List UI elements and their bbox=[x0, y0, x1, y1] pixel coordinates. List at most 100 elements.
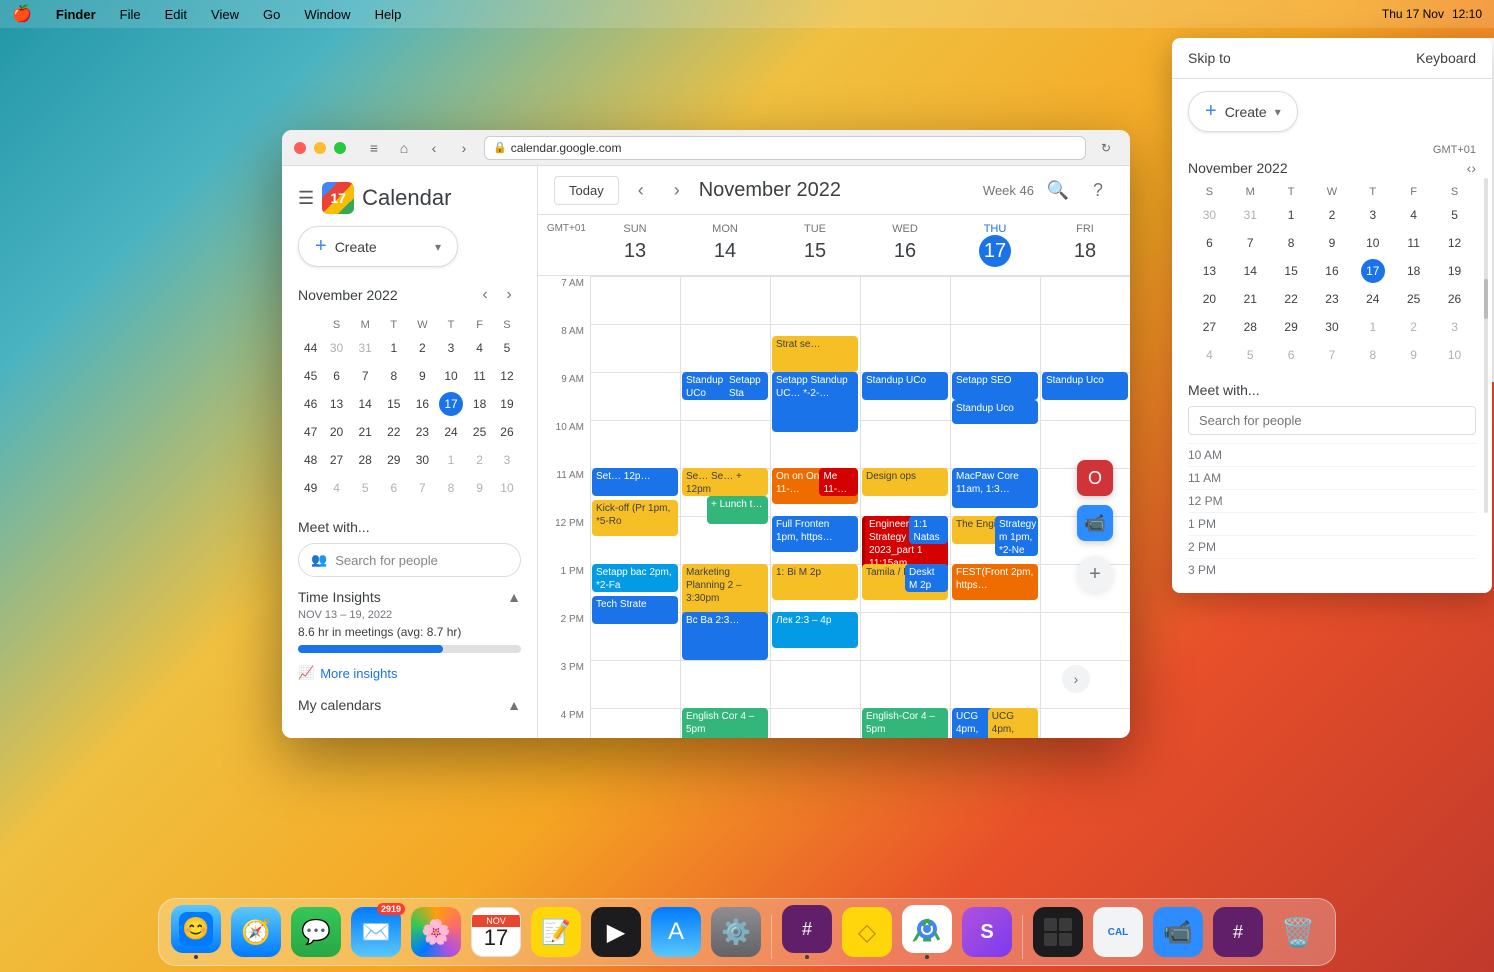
panel-cal-day[interactable]: 15 bbox=[1279, 259, 1303, 283]
mini-cal-next[interactable]: › bbox=[497, 283, 521, 307]
panel-cal-day[interactable]: 16 bbox=[1320, 259, 1344, 283]
panel-cal-day[interactable]: 20 bbox=[1197, 287, 1221, 311]
panel-cal-day[interactable]: 31 bbox=[1238, 203, 1262, 227]
panel-scrollbar[interactable] bbox=[1484, 178, 1488, 513]
mini-cal-day[interactable]: 23 bbox=[410, 420, 434, 444]
mini-cal-day[interactable]: 4 bbox=[325, 476, 349, 500]
panel-cal-day[interactable]: 18 bbox=[1402, 259, 1426, 283]
event-standup-thu[interactable]: Standup Uco bbox=[952, 400, 1038, 424]
panel-cal-day[interactable]: 11 bbox=[1402, 231, 1426, 255]
event-setapp-seo-thu[interactable]: Setapp SEO bbox=[952, 372, 1038, 400]
mini-cal-day[interactable]: 10 bbox=[439, 364, 463, 388]
app-name[interactable]: Finder bbox=[52, 5, 100, 24]
mini-cal-day[interactable]: 5 bbox=[495, 336, 519, 360]
create-button[interactable]: + Create ▾ bbox=[298, 226, 458, 267]
mini-cal-day[interactable]: 26 bbox=[495, 420, 519, 444]
prev-week-button[interactable]: ‹ bbox=[627, 176, 655, 204]
panel-cal-day[interactable]: 12 bbox=[1443, 231, 1467, 255]
today-button[interactable]: Today bbox=[554, 176, 619, 205]
more-insights-button[interactable]: 📈 More insights bbox=[298, 661, 398, 685]
panel-cal-day[interactable]: 4 bbox=[1402, 203, 1426, 227]
event-standup-fri[interactable]: Standup Uco bbox=[1042, 372, 1128, 400]
dock-mail[interactable]: ✉️ 2919 bbox=[349, 905, 403, 959]
event-bc-mon[interactable]: Bc Ba 2:3… bbox=[682, 612, 768, 660]
panel-cal-day[interactable]: 13 bbox=[1197, 259, 1221, 283]
sidebar-toggle-icon[interactable]: ≡ bbox=[362, 136, 386, 160]
close-button[interactable] bbox=[294, 142, 306, 154]
mini-cal-day[interactable]: 11 bbox=[468, 364, 492, 388]
panel-cal-day[interactable]: 30 bbox=[1197, 203, 1221, 227]
panel-cal-day[interactable]: 5 bbox=[1238, 343, 1262, 367]
event-tech-sun[interactable]: Tech Strate bbox=[592, 596, 678, 624]
event-macpaw-thu[interactable]: MacPaw Core 11am, 1:3… bbox=[952, 468, 1038, 508]
event-setapp-back-sun[interactable]: Setapp bac 2pm, *2-Fa bbox=[592, 564, 678, 592]
menu-edit[interactable]: Edit bbox=[161, 5, 191, 24]
panel-cal-day[interactable]: 21 bbox=[1238, 287, 1262, 311]
mini-cal-day[interactable]: 8 bbox=[439, 476, 463, 500]
mini-cal-day[interactable]: 2 bbox=[410, 336, 434, 360]
dock-calendar[interactable]: NOV 17 bbox=[469, 905, 523, 959]
panel-cal-day[interactable]: 25 bbox=[1402, 287, 1426, 311]
dock-chrome[interactable] bbox=[900, 905, 954, 959]
event-desktop-wed[interactable]: Deskt M 2p bbox=[905, 564, 948, 592]
dock-messages[interactable]: 💬 bbox=[289, 905, 343, 959]
panel-cal-day[interactable]: 1 bbox=[1279, 203, 1303, 227]
panel-cal-day[interactable]: 9 bbox=[1402, 343, 1426, 367]
help-button[interactable]: ? bbox=[1082, 174, 1114, 206]
panel-cal-day[interactable]: 10 bbox=[1361, 231, 1385, 255]
dock-safari[interactable]: 🧭 bbox=[229, 905, 283, 959]
mini-cal-day[interactable]: 14 bbox=[353, 392, 377, 416]
event-setapp-sun[interactable]: Set… 12p… bbox=[592, 468, 678, 496]
event-ucg2-thu[interactable]: UCG 4pm, bbox=[988, 708, 1038, 738]
dock-slack[interactable]: # bbox=[780, 905, 834, 959]
dock-appstore[interactable]: A bbox=[649, 905, 703, 959]
time-insights-collapse[interactable]: ▲ bbox=[507, 589, 521, 605]
panel-cal-day[interactable]: 3 bbox=[1361, 203, 1385, 227]
panel-cal-day[interactable]: 10 bbox=[1443, 343, 1467, 367]
panel-cal-day[interactable]: 26 bbox=[1443, 287, 1467, 311]
panel-skip-label[interactable]: Skip to bbox=[1188, 50, 1231, 66]
mini-cal-day[interactable]: 6 bbox=[382, 476, 406, 500]
mini-cal-day[interactable]: 3 bbox=[495, 448, 519, 472]
event-kickoff-sun[interactable]: Kick-off (Pr 1pm, *5-Ro bbox=[592, 500, 678, 536]
event-setapp-tue[interactable]: Setapp Standup UC… *-2-… bbox=[772, 372, 858, 432]
mini-cal-day[interactable]: 29 bbox=[382, 448, 406, 472]
mini-cal-day[interactable]: 16 bbox=[410, 392, 434, 416]
mini-cal-day[interactable]: 12 bbox=[495, 364, 519, 388]
mini-cal-day[interactable]: 18 bbox=[468, 392, 492, 416]
event-strat-tue[interactable]: Strat se… bbox=[772, 336, 858, 372]
panel-cal-day[interactable]: 7 bbox=[1320, 343, 1344, 367]
panel-keyboard-label[interactable]: Keyboard bbox=[1416, 50, 1476, 66]
event-lunch-mon[interactable]: + Lunch t… bbox=[707, 496, 768, 524]
dock-slack2[interactable]: # bbox=[1211, 905, 1265, 959]
event-me-tue[interactable]: Me 11-… bbox=[819, 468, 858, 496]
mini-cal-prev[interactable]: ‹ bbox=[473, 283, 497, 307]
mini-cal-day[interactable]: 8 bbox=[382, 364, 406, 388]
event-bi-tue[interactable]: 1: Bi M 2p bbox=[772, 564, 858, 600]
panel-cal-day[interactable]: 8 bbox=[1279, 231, 1303, 255]
mini-cal-day[interactable]: 3 bbox=[439, 336, 463, 360]
mini-cal-day[interactable]: 30 bbox=[410, 448, 434, 472]
mini-cal-day[interactable]: 1 bbox=[382, 336, 406, 360]
dock-notes[interactable]: 📝 bbox=[529, 905, 583, 959]
panel-cal-day[interactable]: 19 bbox=[1443, 259, 1467, 283]
menu-window[interactable]: Window bbox=[300, 5, 354, 24]
panel-cal-day[interactable]: 28 bbox=[1238, 315, 1262, 339]
panel-cal-day[interactable]: 17 bbox=[1361, 259, 1385, 283]
home-icon[interactable]: ⌂ bbox=[392, 136, 416, 160]
mini-cal-day[interactable]: 7 bbox=[353, 364, 377, 388]
event-fest-thu[interactable]: FEST(Front 2pm, https… bbox=[952, 564, 1038, 600]
panel-mini-next[interactable]: › bbox=[1471, 160, 1476, 176]
mini-cal-day[interactable]: 7 bbox=[410, 476, 434, 500]
event-setapp-mon[interactable]: Setapp Sta bbox=[725, 372, 768, 400]
menu-help[interactable]: Help bbox=[371, 5, 406, 24]
mini-cal-day[interactable]: 19 bbox=[495, 392, 519, 416]
mini-cal-day[interactable]: 30 bbox=[325, 336, 349, 360]
dock-sketch[interactable]: ◇ bbox=[840, 905, 894, 959]
dock-missions[interactable] bbox=[1031, 905, 1085, 959]
mini-cal-day[interactable]: 31 bbox=[353, 336, 377, 360]
panel-cal-day[interactable]: 8 bbox=[1361, 343, 1385, 367]
event-strategy-thu[interactable]: Strategy m 1pm, *2-Ne bbox=[995, 516, 1038, 556]
panel-cal-day[interactable]: 9 bbox=[1320, 231, 1344, 255]
maximize-button[interactable] bbox=[334, 142, 346, 154]
